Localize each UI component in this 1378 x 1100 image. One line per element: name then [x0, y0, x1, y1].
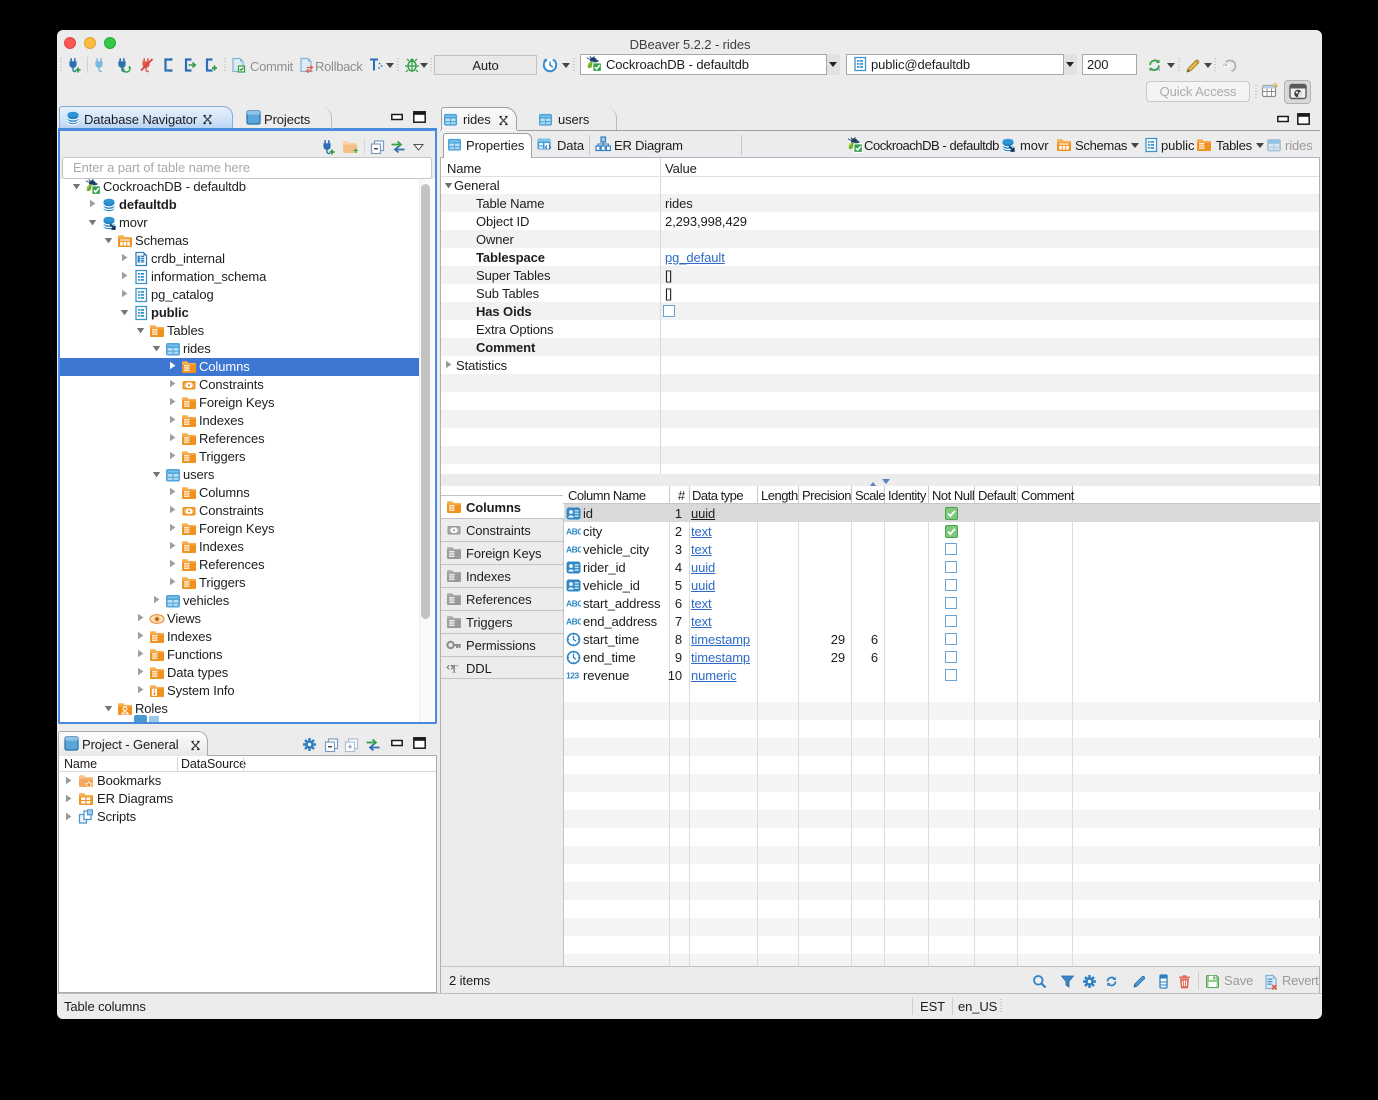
svg-text:ABC: ABC	[566, 599, 581, 609]
svg-text:ABC: ABC	[566, 617, 581, 627]
svg-text:123: 123	[566, 671, 579, 681]
svg-text:ABC: ABC	[566, 545, 581, 555]
svg-text:+: +	[353, 146, 358, 155]
svg-text:ABC: ABC	[566, 527, 581, 537]
